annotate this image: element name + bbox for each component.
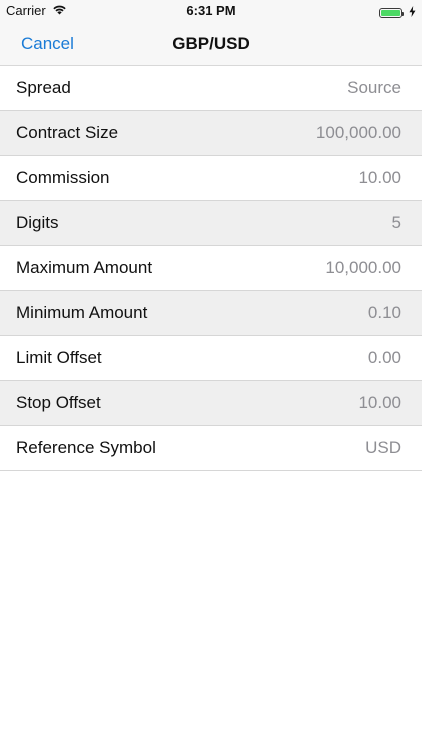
row-label: Stop Offset	[16, 393, 101, 412]
row-value: 0.00	[367, 348, 401, 367]
row-value: 0.10	[367, 303, 401, 322]
page-title: GBP/USD	[172, 34, 250, 53]
row-digits[interactable]: Digits 5	[0, 201, 422, 246]
row-value: 10.00	[358, 393, 401, 412]
row-label: Limit Offset	[16, 348, 102, 367]
row-limit-offset[interactable]: Limit Offset 0.00	[0, 336, 422, 381]
row-value: 10.00	[358, 168, 401, 187]
battery-icon	[379, 8, 404, 18]
row-label: Reference Symbol	[16, 438, 156, 457]
instrument-settings-list: Spread Source Contract Size 100,000.00 C…	[0, 66, 422, 471]
row-reference-symbol[interactable]: Reference Symbol USD	[0, 426, 422, 471]
row-value: 100,000.00	[315, 123, 401, 142]
row-commission[interactable]: Commission 10.00	[0, 156, 422, 201]
row-value: 10,000.00	[325, 258, 401, 277]
charging-icon	[409, 4, 416, 22]
row-label: Commission	[16, 168, 110, 187]
row-label: Digits	[16, 213, 59, 232]
row-label: Minimum Amount	[16, 303, 148, 322]
row-value: USD	[365, 438, 401, 457]
status-time: 6:31 PM	[186, 3, 236, 18]
row-label: Contract Size	[16, 123, 119, 142]
status-bar: Carrier 6:31 PM	[0, 0, 422, 22]
row-spread[interactable]: Spread Source	[0, 66, 422, 111]
battery-level	[381, 10, 400, 16]
row-label: Spread	[16, 78, 71, 97]
row-label: Maximum Amount	[16, 258, 153, 277]
navigation-bar: Cancel GBP/USD	[0, 22, 422, 66]
row-maximum-amount[interactable]: Maximum Amount 10,000.00	[0, 246, 422, 291]
row-minimum-amount[interactable]: Minimum Amount 0.10	[0, 291, 422, 336]
row-value: 5	[391, 213, 401, 232]
row-contract-size[interactable]: Contract Size 100,000.00	[0, 111, 422, 156]
status-right	[379, 4, 416, 22]
row-stop-offset[interactable]: Stop Offset 10.00	[0, 381, 422, 426]
row-value: Source	[347, 78, 401, 97]
